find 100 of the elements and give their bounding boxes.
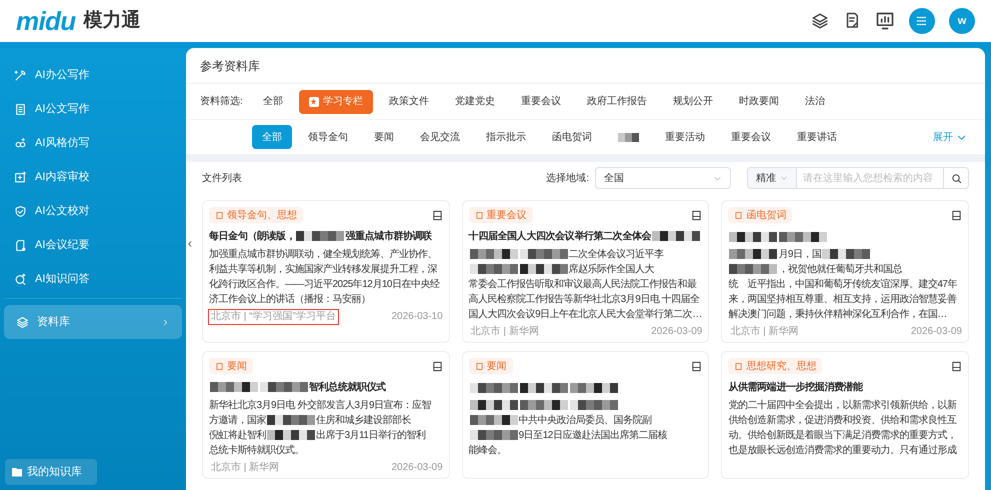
source-text: 北京市 | “学习强国”学习平台: [209, 310, 338, 324]
card-summary: 月9日，国 ，祝贺他就任葡萄牙共和国总 统 近平指出，中国和葡萄牙传统友谊深厚。建交47年来，两国坚持相互尊重、相互支持，运用政治智慧妥善解决澳门问题，秉持伙伴精神深化互利合作，在国…: [728, 248, 958, 322]
subfilter-tab[interactable]: 重要活动: [655, 125, 715, 149]
redaction-mosaic: [570, 400, 618, 410]
date-text: 2026-03-09: [910, 325, 962, 339]
redaction-mosaic: [470, 400, 518, 410]
redaction-mosaic: [520, 400, 568, 410]
subfilter-tab[interactable]: 重要讲话: [787, 125, 847, 149]
mode-select[interactable]: 精准: [747, 167, 797, 189]
category-tag: 要闻: [468, 358, 513, 374]
category-tag: 思想研究、思想: [728, 358, 822, 374]
filter-tab[interactable]: 重要会议: [510, 90, 571, 114]
card-summary: 党的二十届四中全会提出，以新需求引领新供给，以新供给创造新需求，促进消费和投资、供给和需求良性互动。供给创新既是着眼当下满足消费需求的重要方式，也是放眼长远创造消费需求的重要动力。只有通过形成: [728, 398, 958, 458]
page-title: 参考资料库: [186, 48, 985, 84]
card-summary: 加强重点城市群协调联动，健全规划统筹、产业协作、利益共享等机制，实施国家产业转移发展提升工程，深化跨行政区合作。——习近平2025年12月10日在中央经济工作会议上的讲话（播报：马安丽）: [209, 248, 441, 307]
chevron-right-icon: [161, 318, 170, 326]
redaction-mosaic: [267, 430, 315, 440]
filter-tab[interactable]: 全部: [252, 90, 293, 114]
category-tag: 函电贺词: [728, 207, 792, 223]
subfilter-tab[interactable]: 会见交流: [410, 125, 470, 149]
card-summary: 二次全体会议习近平李 席赵乐际作全国人大 常委会工作报告听取和审议最高人民法院工作报告和最高人民检察院工作报告等新华社北京3月9日电 十四届全国人大四次会议9日上午在北京人民大会堂举行第二次…: [468, 248, 702, 322]
filter-tab[interactable]: 政府工作报告: [576, 90, 657, 114]
redaction-mosaic: [296, 231, 344, 242]
category-tag: 要闻: [209, 358, 253, 374]
layers-icon[interactable]: [811, 12, 829, 30]
article-card[interactable]: 重要会议 十四届全国人大四次会议举行第二次全体会 二次全体会议习近平李 席赵乐际作全国人大 常委会工作报告听取和审议最高人民法院工作报告和最高人民检察院工作报告等新华社北京3月9日电 十四届全国人大四次会议9日上午在北京人民大会堂举行第二次… 北京市 | 新华网 2026-03-09: [462, 200, 710, 343]
bookmark-icon: [215, 210, 224, 220]
redaction-mosaic: [729, 232, 778, 242]
redaction-mosaic: [260, 382, 308, 392]
bookmark-icon: [474, 210, 484, 220]
search-icon: [950, 172, 962, 184]
document-icon[interactable]: [691, 360, 702, 372]
product-name: 模力通: [84, 8, 141, 33]
category-tag: 重要会议: [468, 207, 533, 223]
circles-icon: [14, 136, 27, 150]
bookmark-icon: [215, 362, 224, 370]
bookmark-icon: [734, 362, 744, 370]
redaction-mosaic: [210, 382, 258, 392]
document-icon[interactable]: [432, 360, 443, 372]
apps-button[interactable]: [909, 8, 935, 34]
redaction-mosaic: [470, 415, 518, 426]
sidebar-item[interactable]: AI会议纪要: [0, 228, 186, 262]
region-label: 选择地域:: [546, 172, 589, 186]
subfilter-tab[interactable]: 领导金句: [298, 125, 358, 149]
redaction-mosaic: [267, 415, 315, 426]
date-text: 2026-03-09: [392, 461, 443, 475]
subfilter-tab[interactable]: 指示批示: [476, 125, 536, 149]
region-select[interactable]: 全国: [595, 167, 731, 189]
source-text: 北京市 | 新华网: [210, 461, 280, 475]
search-field[interactable]: 请在这里输入您想检索的内容: [797, 167, 943, 189]
pen-icon: [14, 68, 27, 82]
card-title: 每日金句（朗读版， 强重点城市群协调联: [209, 229, 432, 244]
card-title: 从供需两端进一步挖掘消费潜能: [728, 380, 863, 395]
redaction-mosaic: [729, 264, 778, 274]
document-icon: [14, 102, 27, 116]
search-button[interactable]: [943, 167, 969, 189]
redaction-mosaic: [520, 382, 568, 392]
document-icon[interactable]: [432, 210, 443, 220]
filter-tab[interactable]: 规划公开: [662, 90, 723, 114]
article-card[interactable]: 函电贺词 月9日，国 ，祝贺他就任葡萄牙共和国总 统 近平指出，中国和葡萄牙传统友谊深厚。建交47年来，两国坚持相互尊重、相互支持，运用政治智慧妥善解决澳门问题，秉持伙伴精神深化互利合作，在国… 北京市 | 新华网 2026-03-09: [721, 200, 969, 343]
redaction-mosaic: [822, 249, 870, 260]
redaction-mosaic: [570, 382, 618, 392]
chart-monitor-icon[interactable]: [875, 11, 895, 31]
redaction-mosaic: [470, 382, 518, 392]
document-icon[interactable]: [691, 210, 702, 220]
redaction-mosaic: [520, 264, 568, 274]
redaction-mosaic: [652, 231, 700, 242]
source-text: 北京市 | 新华网: [729, 325, 800, 339]
redaction-mosaic: [470, 264, 518, 274]
sidebar-item[interactable]: AI知识问答: [0, 262, 186, 296]
date-text: 2026-03-10: [392, 310, 443, 324]
subfilter-tab[interactable]: 重要会议: [721, 125, 781, 149]
filter-tab[interactable]: 党建党史: [444, 90, 505, 114]
brand-logo: midu: [16, 8, 76, 34]
article-card[interactable]: 思想研究、思想 从供需两端进一步挖掘消费潜能 党的二十届四中全会提出，以新需求引领新供给，以新供给创造新需求，促进消费和投资、供给和需求良性互动。供给创新既是着眼当下满足消费需求的重要方式，也是放眼长远创造消费需求的重要动力。只有通过形成: [721, 351, 969, 479]
chevron-down-icon: [780, 174, 788, 182]
article-card[interactable]: 要闻 中共中央政治局委员、国务院副 9日至12日应邀赴法国出席第二届核 能峰会。: [462, 351, 710, 479]
card-title: 智利总统就职仪式: [209, 379, 386, 396]
card-title: 十四届全国人大四次会议举行第二次全体会: [468, 228, 702, 245]
bookmark-icon: [474, 362, 484, 370]
document-icon[interactable]: [951, 210, 962, 220]
list-title: 文件列表: [202, 172, 242, 186]
subfilter-tab[interactable]: 要闻: [364, 125, 404, 149]
card-summary: 新华社北京3月9日电 外交部发言人3月9日宣布：应智 方邀请，国家 住房和城乡建设部部长 倪虹将赴智利 出席于3月11日举行的智利 总统卡斯特就职仪式。: [209, 398, 432, 458]
filter-tab[interactable]: 法治: [794, 90, 835, 114]
article-card[interactable]: 领导金句、思想 每日金句（朗读版， 强重点城市群协调联 加强重点城市群协调联动，健全规划统筹、产业协作、利益共享等机制，实施国家产业转移发展提升工程，深化跨行政区合作。——习近平2025年12月10日在中央经济工作会议上的讲话（播报：马安丽） 北京市 | “学习强国”学习平台 2026-03-10: [202, 200, 450, 343]
document-icon[interactable]: [951, 360, 962, 372]
sidebar-item[interactable]: AI公文校对: [0, 194, 186, 228]
redaction-mosaic: [470, 430, 518, 440]
source-text: 北京市 | 新华网: [470, 325, 540, 339]
card-summary: 中共中央政治局委员、国务院副 9日至12日应邀赴法国出席第二届核 能峰会。: [468, 398, 702, 458]
filter-tab[interactable]: 时政要闻: [728, 90, 789, 114]
article-card[interactable]: 要闻 智利总统就职仪式 新华社北京3月9日电 外交部发言人3月9日宣布：应智 方邀请，国家 住房和城乡建设部部长 倪虹将赴智利 出席于3月11日举行的智利 总统卡斯特就职仪式。 北京市 | 新华网 2026-03-09: [202, 351, 450, 479]
edit-box-icon: [14, 170, 27, 184]
filter-tab[interactable]: 政策文件: [378, 90, 439, 114]
layers-icon: [16, 316, 29, 328]
subfilter-tab[interactable]: 函电贺词: [542, 125, 602, 149]
search-sparkle-icon: [14, 272, 27, 286]
redaction-mosaic: [729, 249, 778, 260]
note-icon: [14, 238, 27, 252]
